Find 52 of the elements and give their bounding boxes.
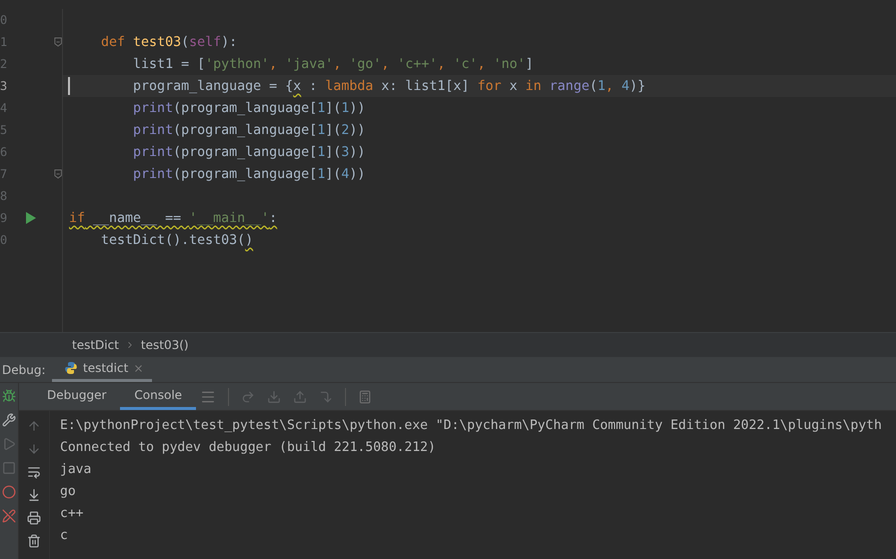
print-icon[interactable]: [27, 511, 41, 525]
console-line: go: [60, 483, 77, 501]
code-line: print(program_language[1](2)): [132, 122, 366, 138]
panel-tab[interactable]: Debugger: [33, 383, 120, 410]
line-number: 5: [0, 123, 8, 137]
line-number: 3: [0, 79, 8, 93]
mute-breakpoints-icon[interactable]: [2, 509, 16, 523]
breadcrumb-item[interactable]: testDict: [72, 338, 119, 352]
line-number: 8: [0, 189, 8, 203]
code-line: program_language = {x : lambda x: list1[x] for x in range(1, 4)}: [132, 78, 646, 94]
code-line: print(program_language[1](4)): [132, 166, 366, 182]
step-out-icon[interactable]: [293, 390, 308, 404]
line-number: 6: [0, 145, 8, 159]
console-line: Connected to pydev debugger (build 221.5080.212): [60, 439, 437, 457]
trash-icon[interactable]: [27, 534, 41, 548]
fold-marker-icon[interactable]: [54, 36, 62, 48]
code-line: testDict().test03(): [100, 232, 254, 248]
fold-marker-icon[interactable]: [54, 168, 62, 180]
console-line: java: [60, 461, 92, 479]
run-icon[interactable]: [26, 212, 36, 224]
code-line: print(program_language[1](1)): [132, 100, 366, 116]
soft-wrap-icon[interactable]: [27, 465, 41, 479]
code-line: def test03(self):: [100, 34, 238, 50]
text-cursor: [68, 77, 70, 95]
console-line: c: [60, 527, 69, 545]
menu-icon[interactable]: [200, 388, 216, 404]
line-number: 1: [0, 35, 8, 49]
step-over-icon[interactable]: [241, 390, 256, 404]
code-line: if __name__ == '__main__':: [69, 210, 278, 226]
resume-icon[interactable]: [2, 437, 16, 451]
python-icon: [64, 361, 78, 375]
step-into-icon[interactable]: [267, 390, 282, 404]
console-line: E:\pythonProject\test_pytest\Scripts\python.exe "D:\pycharm\PyCharm Community Edition 2022.1\plugins\pyth: [60, 417, 882, 435]
code-line: list1 = ['python', 'java', 'go', 'c++', 'c', 'no']: [132, 56, 534, 72]
line-number: 4: [0, 101, 8, 115]
close-icon[interactable]: [133, 362, 144, 374]
line-number: 2: [0, 57, 8, 71]
debug-label: Debug:: [2, 362, 47, 376]
wrench-icon[interactable]: [2, 413, 16, 427]
console-line: c++: [60, 505, 84, 523]
line-number: 0: [0, 233, 8, 247]
line-number: 7: [0, 167, 8, 181]
stop-icon[interactable]: [2, 461, 16, 475]
line-number: 0: [0, 13, 8, 27]
bug-icon[interactable]: [2, 389, 16, 403]
breadcrumb-item[interactable]: test03(): [140, 338, 189, 352]
run-to-cursor-icon[interactable]: [319, 390, 334, 404]
line-number: 9: [0, 211, 8, 225]
code-line: print(program_language[1](3)): [132, 144, 366, 160]
breakpoints-icon[interactable]: [2, 485, 16, 499]
scroll-to-end-icon[interactable]: [27, 488, 41, 502]
calculator-icon[interactable]: [358, 390, 372, 404]
